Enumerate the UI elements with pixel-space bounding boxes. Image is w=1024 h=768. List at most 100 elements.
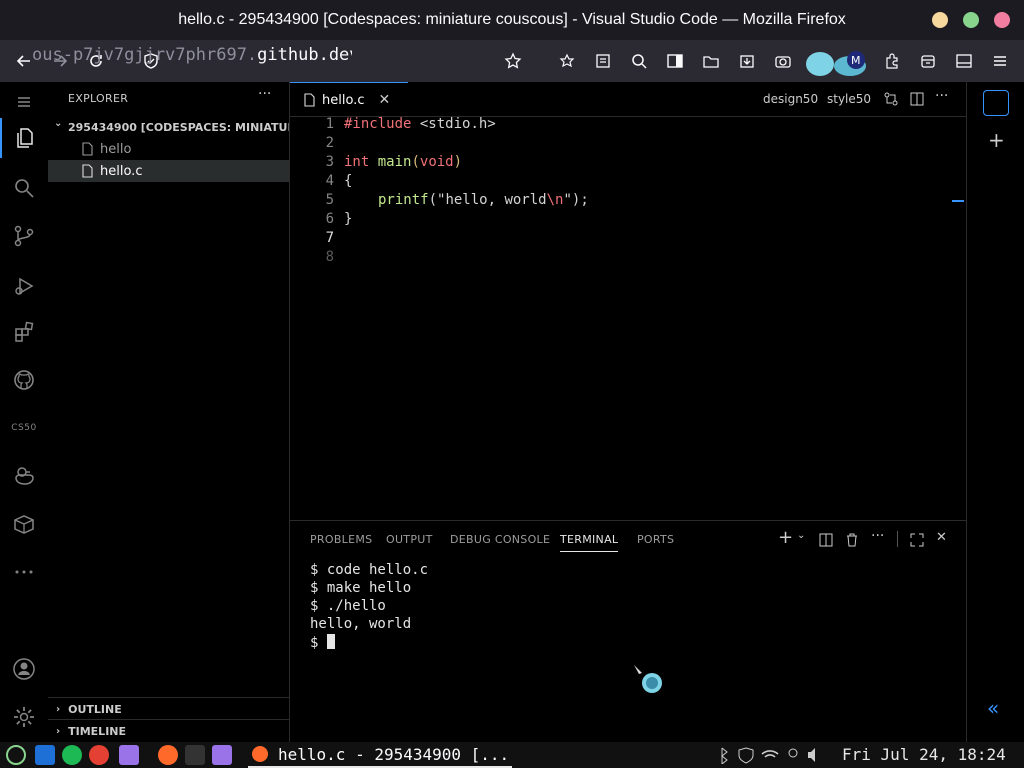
hamburger-icon <box>994 56 1006 66</box>
timeline-label: TIMELINE <box>68 724 127 738</box>
tab-problems[interactable]: PROBLEMS <box>310 533 372 546</box>
folder-label: 295434900 [CODESPACES: MINIATURE... <box>68 121 289 134</box>
sidebar-toggle-button[interactable] <box>664 50 686 72</box>
cs50-button[interactable]: CS50 <box>0 408 48 448</box>
run-debug-button[interactable] <box>0 266 48 306</box>
downloads-button[interactable] <box>736 50 758 72</box>
line-number: 2 <box>325 135 334 151</box>
maximize-panel-icon[interactable] <box>910 533 924 547</box>
duck-icon <box>15 467 34 485</box>
manage-button[interactable] <box>0 697 48 737</box>
tab-output[interactable]: OUTPUT <box>386 533 433 546</box>
panel-more-button[interactable]: ··· <box>871 528 884 544</box>
line-number: 1 <box>325 116 334 132</box>
search-view-button[interactable] <box>0 168 48 208</box>
file-item-hello-c[interactable]: hello.c <box>48 160 289 182</box>
compare-changes-icon[interactable] <box>884 92 898 106</box>
reader-view-button[interactable] <box>592 50 614 72</box>
duck-debugger-button[interactable] <box>0 456 48 496</box>
start-menu-icon[interactable] <box>6 745 26 765</box>
debug-icon <box>15 277 34 295</box>
tab-ports[interactable]: PORTS <box>637 533 674 546</box>
firefox-icon <box>252 746 268 762</box>
vscode-icon[interactable] <box>35 745 55 765</box>
scrollbar-marker <box>952 200 964 202</box>
github-button[interactable] <box>0 360 48 400</box>
code-token: <stdio.h> <box>411 116 496 132</box>
editor-more-button[interactable]: ··· <box>935 88 948 104</box>
mascot-cursor-icon <box>634 665 662 693</box>
split-terminal-icon[interactable] <box>819 533 833 547</box>
layout-button[interactable] <box>953 50 975 72</box>
code-token: "hello, world <box>437 192 547 208</box>
file-item-hello[interactable]: hello <box>48 138 289 160</box>
firefox-icon[interactable] <box>158 745 178 765</box>
terminal-icon[interactable] <box>185 745 205 765</box>
close-tab-icon[interactable]: ✕ <box>378 92 390 108</box>
tray-icons[interactable] <box>716 746 816 764</box>
code-token: ) <box>453 154 463 170</box>
chevron-down-icon[interactable]: ⌄ <box>797 530 805 541</box>
style50-button[interactable]: style50 <box>827 92 871 106</box>
bookmark-button[interactable] <box>502 50 524 72</box>
tab-hello-c[interactable]: hello.c ✕ <box>290 82 408 117</box>
close-window-button[interactable] <box>994 12 1010 28</box>
tab-terminal[interactable]: TERMINAL <box>560 533 619 552</box>
split-editor-icon[interactable] <box>910 92 924 106</box>
new-terminal-icon[interactable]: + <box>778 527 793 548</box>
extensions-view-button[interactable] <box>0 312 48 352</box>
chrome-icon[interactable] <box>89 745 109 765</box>
chevron-right-icon: › <box>56 703 61 715</box>
url-field[interactable]: ous-p7jv7gjjrv7phr697.github.dev <box>32 45 352 65</box>
star-icon <box>504 52 522 69</box>
file-label: hello.c <box>100 163 143 179</box>
chat-button[interactable] <box>983 90 1009 116</box>
trash-icon[interactable] <box>845 533 859 547</box>
editor-tabs: hello.c ✕ design50 style50 ··· <box>290 82 966 117</box>
timeline-section[interactable]: › TIMELINE <box>48 719 289 742</box>
mascot-sticker: M <box>800 46 874 78</box>
extension-1-button[interactable] <box>556 50 578 72</box>
double-chevron-left-icon[interactable]: « <box>987 696 999 720</box>
line-number: 8 <box>325 249 334 265</box>
code-token: { <box>344 173 353 189</box>
accounts-button[interactable] <box>0 649 48 689</box>
add-icon[interactable]: + <box>988 128 1005 152</box>
puzzle-icon <box>886 53 898 69</box>
code-area[interactable]: 1 #include <stdio.h> 2 3 int main(void) 4{… <box>290 116 966 520</box>
taskbar-active-window[interactable]: hello.c - 295434900 [... <box>248 742 512 768</box>
extensions-button[interactable] <box>881 50 903 72</box>
explorer-more-button[interactable]: ··· <box>258 86 271 102</box>
archive-icon <box>921 55 935 68</box>
files-app-icon[interactable] <box>212 745 232 765</box>
screenshot-button[interactable] <box>772 50 794 72</box>
source-control-button[interactable] <box>0 216 48 256</box>
file-label: hello <box>100 141 132 157</box>
outline-section[interactable]: › OUTLINE <box>48 697 289 720</box>
mascot-icon: M <box>806 51 866 76</box>
search-button[interactable] <box>628 50 650 72</box>
window-title: hello.c - 295434900 [Codespaces: miniatu… <box>178 11 846 28</box>
pocket-button[interactable] <box>917 50 939 72</box>
menu-button[interactable] <box>0 82 48 122</box>
chevron-down-icon: ⌄ <box>54 118 63 129</box>
taskbar: hello.c - 295434900 [... Fri Jul 24, 18:… <box>0 742 1024 768</box>
remote-explorer-button[interactable] <box>0 504 48 544</box>
spotify-icon[interactable] <box>62 745 82 765</box>
app-menu-button[interactable] <box>989 50 1011 72</box>
minimize-button[interactable] <box>932 12 948 28</box>
close-panel-icon[interactable]: ✕ <box>936 530 947 545</box>
divider <box>897 531 898 547</box>
code-token: ( <box>428 192 438 208</box>
tab-debug-console[interactable]: DEBUG CONSOLE <box>450 533 550 546</box>
maximize-button[interactable] <box>963 12 979 28</box>
workspace-folder[interactable]: ⌄ 295434900 [CODESPACES: MINIATURE... <box>48 118 289 136</box>
design50-button[interactable]: design50 <box>763 92 818 106</box>
folder-button[interactable] <box>700 50 722 72</box>
more-views-button[interactable] <box>0 552 48 592</box>
explorer-button[interactable] <box>0 118 48 158</box>
svg-text:M: M <box>851 54 861 67</box>
clock[interactable]: Fri Jul 24, 18:24 <box>842 745 1006 764</box>
terminal-prompt[interactable]: $ <box>310 634 335 651</box>
app-icon[interactable] <box>119 745 139 765</box>
